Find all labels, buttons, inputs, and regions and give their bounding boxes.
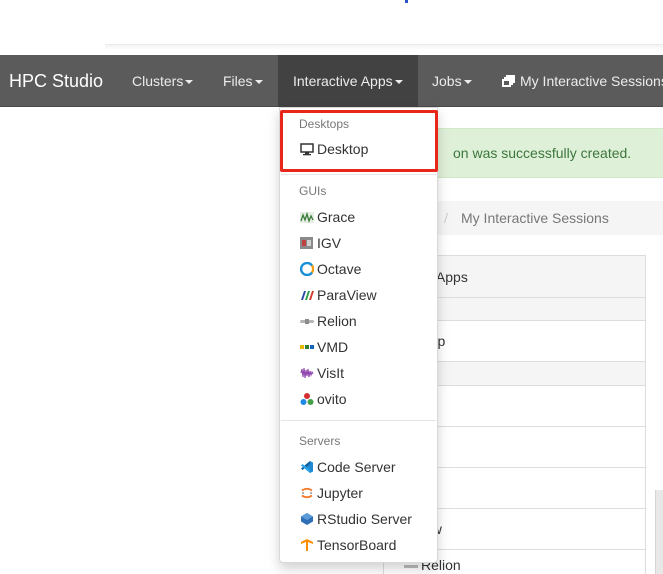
dropdown-item-jupyter[interactable]: Jupyter — [280, 480, 437, 506]
ovito-icon — [300, 392, 314, 406]
nav-interactive-apps[interactable]: Interactive Apps — [278, 55, 418, 107]
nav-clusters-label: Clusters — [132, 73, 184, 89]
success-alert-text: on was successfully created. — [453, 145, 632, 161]
relion-icon — [300, 314, 314, 328]
rstudio-icon — [300, 512, 314, 526]
dropdown-divider — [281, 174, 436, 175]
breadcrumb-separator: / — [444, 210, 448, 226]
dropdown-item-visit[interactable]: VisIt — [280, 360, 437, 386]
dropdown-item-paraview-label: ParaView — [317, 287, 377, 303]
nav-jobs[interactable]: Jobs — [432, 55, 472, 107]
dropdown-header-servers: Servers — [299, 434, 341, 448]
dropdown-item-igv[interactable]: IGV — [280, 230, 437, 256]
caret-down-icon — [394, 80, 403, 85]
dropdown-item-rstudio-server[interactable]: RStudio Server — [280, 506, 437, 532]
dropdown-header-guis: GUIs — [299, 184, 327, 198]
brand-link[interactable]: HPC Studio — [9, 55, 103, 107]
nav-my-sessions[interactable]: My Interactive Sessions — [502, 55, 663, 107]
relion-icon — [404, 564, 418, 568]
dropdown-item-desktop-label: Desktop — [317, 141, 369, 157]
nav-jobs-label: Jobs — [432, 73, 462, 89]
igv-icon — [300, 236, 314, 250]
dropdown-item-visit-label: VisIt — [317, 365, 344, 381]
dropdown-item-vmd[interactable]: VMD — [280, 334, 437, 360]
dropdown-item-ovito-label: ovito — [317, 391, 347, 407]
success-alert: on was successfully created. — [420, 128, 663, 178]
dropdown-header-desktops: Desktops — [299, 117, 350, 131]
dropdown-item-ovito[interactable]: ovito — [280, 386, 437, 412]
navbar: HPC Studio Clusters Files Interactive Ap… — [0, 55, 663, 107]
caret-down-icon — [185, 80, 194, 85]
dropdown-item-code-server[interactable]: Code Server — [280, 454, 437, 480]
dropdown-item-grace[interactable]: Grace — [280, 204, 437, 230]
tensorboard-icon — [300, 538, 314, 552]
top-page-strip — [0, 0, 663, 55]
dropdown-item-paraview[interactable]: ParaView — [280, 282, 437, 308]
caret-down-icon — [463, 80, 472, 85]
dropdown-item-jupyter-label: Jupyter — [317, 485, 363, 501]
dropdown-item-octave-label: Octave — [317, 261, 362, 277]
page-marker — [405, 0, 408, 3]
dropdown-item-grace-label: Grace — [317, 209, 356, 225]
grace-icon — [300, 210, 314, 224]
paraview-icon — [300, 288, 314, 302]
dropdown-item-tensorboard[interactable]: TensorBoard — [280, 532, 437, 558]
breadcrumb-current: My Interactive Sessions — [461, 210, 609, 226]
octave-icon — [300, 262, 314, 276]
dropdown-item-tensorboard-label: TensorBoard — [317, 537, 397, 553]
dropdown-item-vmd-label: VMD — [317, 339, 349, 355]
jupyter-icon — [300, 486, 314, 500]
monitor-icon — [300, 142, 314, 156]
page-shadow-line — [105, 44, 663, 50]
nav-interactive-apps-label: Interactive Apps — [293, 73, 393, 89]
dropdown-item-rstudio-server-label: RStudio Server — [317, 511, 412, 527]
nav-files-label: Files — [223, 73, 253, 89]
sessions-icon — [502, 75, 515, 87]
dropdown-item-octave[interactable]: Octave — [280, 256, 437, 282]
dropdown-item-relion[interactable]: Relion — [280, 308, 437, 334]
vmd-icon — [300, 340, 314, 354]
dropdown-item-igv-label: IGV — [317, 235, 342, 251]
visit-icon — [300, 366, 314, 380]
nav-files[interactable]: Files — [223, 55, 263, 107]
scrollbar[interactable] — [655, 490, 663, 574]
nav-clusters[interactable]: Clusters — [132, 55, 194, 107]
dropdown-item-desktop[interactable]: Desktop — [280, 136, 437, 162]
dropdown-divider — [281, 420, 436, 421]
breadcrumb: / My Interactive Sessions — [420, 201, 663, 235]
code-server-icon — [300, 460, 314, 474]
interactive-apps-dropdown: Desktops Desktop GUIs Grace IGV Octave P… — [279, 107, 438, 563]
caret-down-icon — [254, 80, 263, 85]
dropdown-item-relion-label: Relion — [317, 313, 357, 329]
dropdown-item-code-server-label: Code Server — [317, 459, 396, 475]
nav-my-sessions-label: My Interactive Sessions — [520, 73, 663, 89]
